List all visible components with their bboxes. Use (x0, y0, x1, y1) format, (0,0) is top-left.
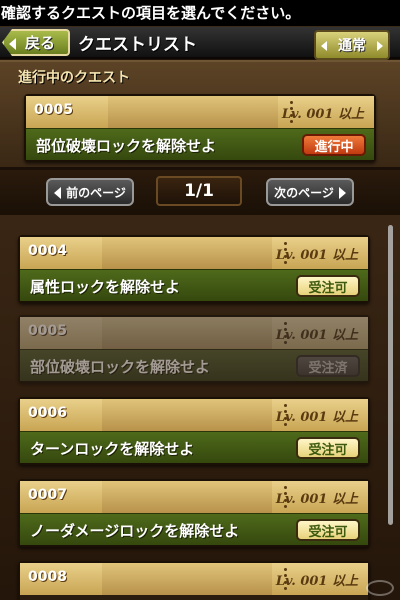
quest-card[interactable]: 0006 Lv. 001 以上 ターンロックを解除せよ 受注可 (18, 397, 370, 465)
quest-number: 0005 (28, 323, 67, 339)
quest-number: 0005 (34, 102, 73, 118)
page-indicator: 1/1 (156, 176, 242, 206)
quest-level: Lv. 001 以上 (281, 107, 364, 122)
quest-number: 0006 (28, 405, 67, 421)
quest-card[interactable]: 0007 Lv. 001 以上 ノーダメージロックを解除せよ 受注可 (18, 479, 370, 547)
quest-card[interactable]: 0004 Lv. 001 以上 属性ロックを解除せよ 受注可 (18, 235, 370, 303)
prev-page-button[interactable]: 前のページ (46, 178, 134, 206)
quest-card-in-progress[interactable]: 0005 Lv. 001 以上 部位破壊ロックを解除せよ 進行中 (24, 94, 376, 162)
next-page-button[interactable]: 次のページ (266, 178, 354, 206)
card-header: 0007 Lv. 001 以上 (20, 481, 368, 513)
quest-list[interactable]: 0004 Lv. 001 以上 属性ロックを解除せよ 受注可 0005 Lv. … (0, 215, 400, 600)
back-button[interactable]: 戻る (2, 29, 70, 56)
quest-level: Lv. 001 以上 (275, 410, 358, 425)
quest-level: Lv. 001 以上 (275, 248, 358, 263)
card-header-decoration (108, 96, 278, 128)
watermark-logo (366, 580, 394, 596)
card-body: 属性ロックを解除せよ 受注可 (20, 269, 368, 301)
card-header-decoration (102, 237, 272, 269)
quest-number: 0004 (28, 243, 67, 259)
card-body: ターンロックを解除せよ 受注可 (20, 431, 368, 463)
card-header: 0008 Lv. 001 以上 (20, 563, 368, 595)
page-title: クエストリスト (78, 35, 197, 55)
status-badge: 進行中 (302, 134, 366, 156)
card-header-decoration (102, 317, 272, 349)
quest-level: Lv. 001 以上 (275, 492, 358, 507)
mode-label: 通常 (338, 38, 366, 54)
quest-name: 部位破壊ロックを解除せよ (30, 358, 211, 376)
card-header-decoration (102, 481, 272, 513)
card-body: 部位破壊ロックを解除せよ 進行中 (26, 128, 374, 160)
card-header-decoration (102, 563, 272, 595)
card-header: 0004 Lv. 001 以上 (20, 237, 368, 269)
prev-arrow-icon (54, 187, 61, 199)
status-badge: 受注可 (296, 275, 360, 297)
card-body: ノーダメージロックを解除せよ 受注可 (20, 513, 368, 545)
in-progress-panel: 進行中のクエスト 0005 Lv. 001 以上 部位破壊ロックを解除せよ 進行… (0, 60, 400, 170)
mode-toggle-button[interactable]: 通常 (314, 30, 390, 60)
quest-name: ノーダメージロックを解除せよ (30, 522, 240, 540)
in-progress-title: 進行中のクエスト (18, 70, 130, 86)
status-badge: 受注可 (296, 437, 360, 459)
header-bar: 戻る クエストリスト 通常 (0, 27, 400, 60)
back-button-label: 戻る (24, 34, 55, 52)
next-arrow-icon (339, 187, 346, 199)
pager: 前のページ 1/1 次のページ (0, 170, 400, 215)
quest-name: 部位破壊ロックを解除せよ (36, 137, 217, 155)
quest-number: 0008 (28, 569, 67, 585)
status-badge: 受注済 (296, 355, 360, 377)
card-header-decoration (102, 399, 272, 431)
quest-name: ターンロックを解除せよ (30, 440, 195, 458)
card-body: 部位破壊ロックを解除せよ 受注済 (20, 349, 368, 381)
quest-level: Lv. 001 以上 (275, 328, 358, 343)
scrollbar[interactable] (388, 225, 393, 525)
status-badge: 受注可 (296, 519, 360, 541)
card-header: 0005 Lv. 001 以上 (20, 317, 368, 349)
prev-page-label: 前のページ (66, 185, 126, 200)
next-page-label: 次のページ (274, 185, 334, 200)
quest-card[interactable]: 0005 Lv. 001 以上 部位破壊ロックを解除せよ 受注済 (18, 315, 370, 383)
quest-level: Lv. 001 以上 (275, 574, 358, 589)
quest-card[interactable]: 0008 Lv. 001 以上 (18, 561, 370, 600)
instruction-text: 確認するクエストの項目を選んでください。 (0, 0, 400, 27)
mode-prev-icon (321, 41, 327, 51)
quest-number: 0007 (28, 487, 67, 503)
mode-next-icon (377, 41, 383, 51)
card-header: 0005 Lv. 001 以上 (26, 96, 374, 128)
back-arrow-icon (9, 38, 16, 50)
card-header: 0006 Lv. 001 以上 (20, 399, 368, 431)
quest-name: 属性ロックを解除せよ (30, 278, 181, 296)
